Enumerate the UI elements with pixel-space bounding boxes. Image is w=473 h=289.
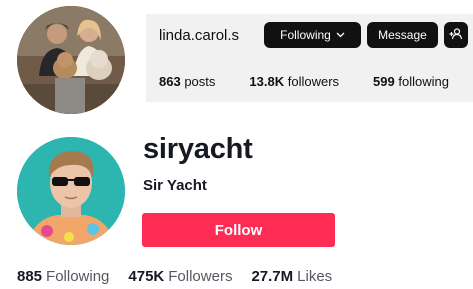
- instagram-profile-card: linda.carol.s Following Message 863 post…: [146, 14, 473, 102]
- couple-with-dogs-photo: [17, 6, 125, 114]
- stat-likes-label: Likes: [297, 268, 333, 285]
- stat-following[interactable]: 885 Following: [17, 268, 109, 285]
- stat-followers-label: Followers: [168, 268, 233, 285]
- stat-following-value: 599: [373, 74, 395, 89]
- stat-following[interactable]: 599 following: [373, 74, 449, 89]
- stat-following-label: Following: [46, 268, 110, 285]
- message-button[interactable]: Message: [367, 22, 438, 48]
- follow-button-label: Follow: [214, 221, 263, 239]
- stat-posts-value: 863: [159, 74, 181, 89]
- stat-likes-value: 27.7M: [251, 268, 294, 285]
- add-user-icon: [449, 27, 463, 43]
- stat-followers-value: 13.8K: [249, 74, 285, 89]
- tiktok-stats: 885 Following 475K Followers 27.7M Likes: [17, 268, 351, 285]
- stat-following-value: 885: [17, 268, 43, 285]
- stat-posts[interactable]: 863 posts: [159, 74, 215, 89]
- following-button[interactable]: Following: [264, 22, 361, 48]
- chevron-down-icon: [336, 30, 345, 40]
- instagram-username: linda.carol.s: [159, 27, 240, 44]
- following-button-label: Following: [280, 28, 331, 42]
- add-user-button[interactable]: [444, 22, 468, 48]
- stat-followers-value: 475K: [128, 268, 165, 285]
- stat-followers[interactable]: 475K Followers: [128, 268, 232, 285]
- tiktok-avatar[interactable]: [17, 137, 125, 245]
- follow-button[interactable]: Follow: [142, 213, 335, 247]
- message-button-label: Message: [378, 28, 427, 42]
- instagram-stats: 863 posts 13.8K followers 599 following: [159, 74, 473, 89]
- man-with-sunglasses-photo: [17, 137, 125, 245]
- stat-followers-label: followers: [287, 74, 340, 89]
- tiktok-username: siryacht: [143, 133, 253, 165]
- stat-followers[interactable]: 13.8K followers: [249, 74, 339, 89]
- stat-likes: 27.7M Likes: [251, 268, 332, 285]
- tiktok-nickname: Sir Yacht: [143, 177, 207, 194]
- instagram-avatar[interactable]: [17, 6, 125, 114]
- stat-posts-label: posts: [184, 74, 216, 89]
- stat-following-label: following: [398, 74, 449, 89]
